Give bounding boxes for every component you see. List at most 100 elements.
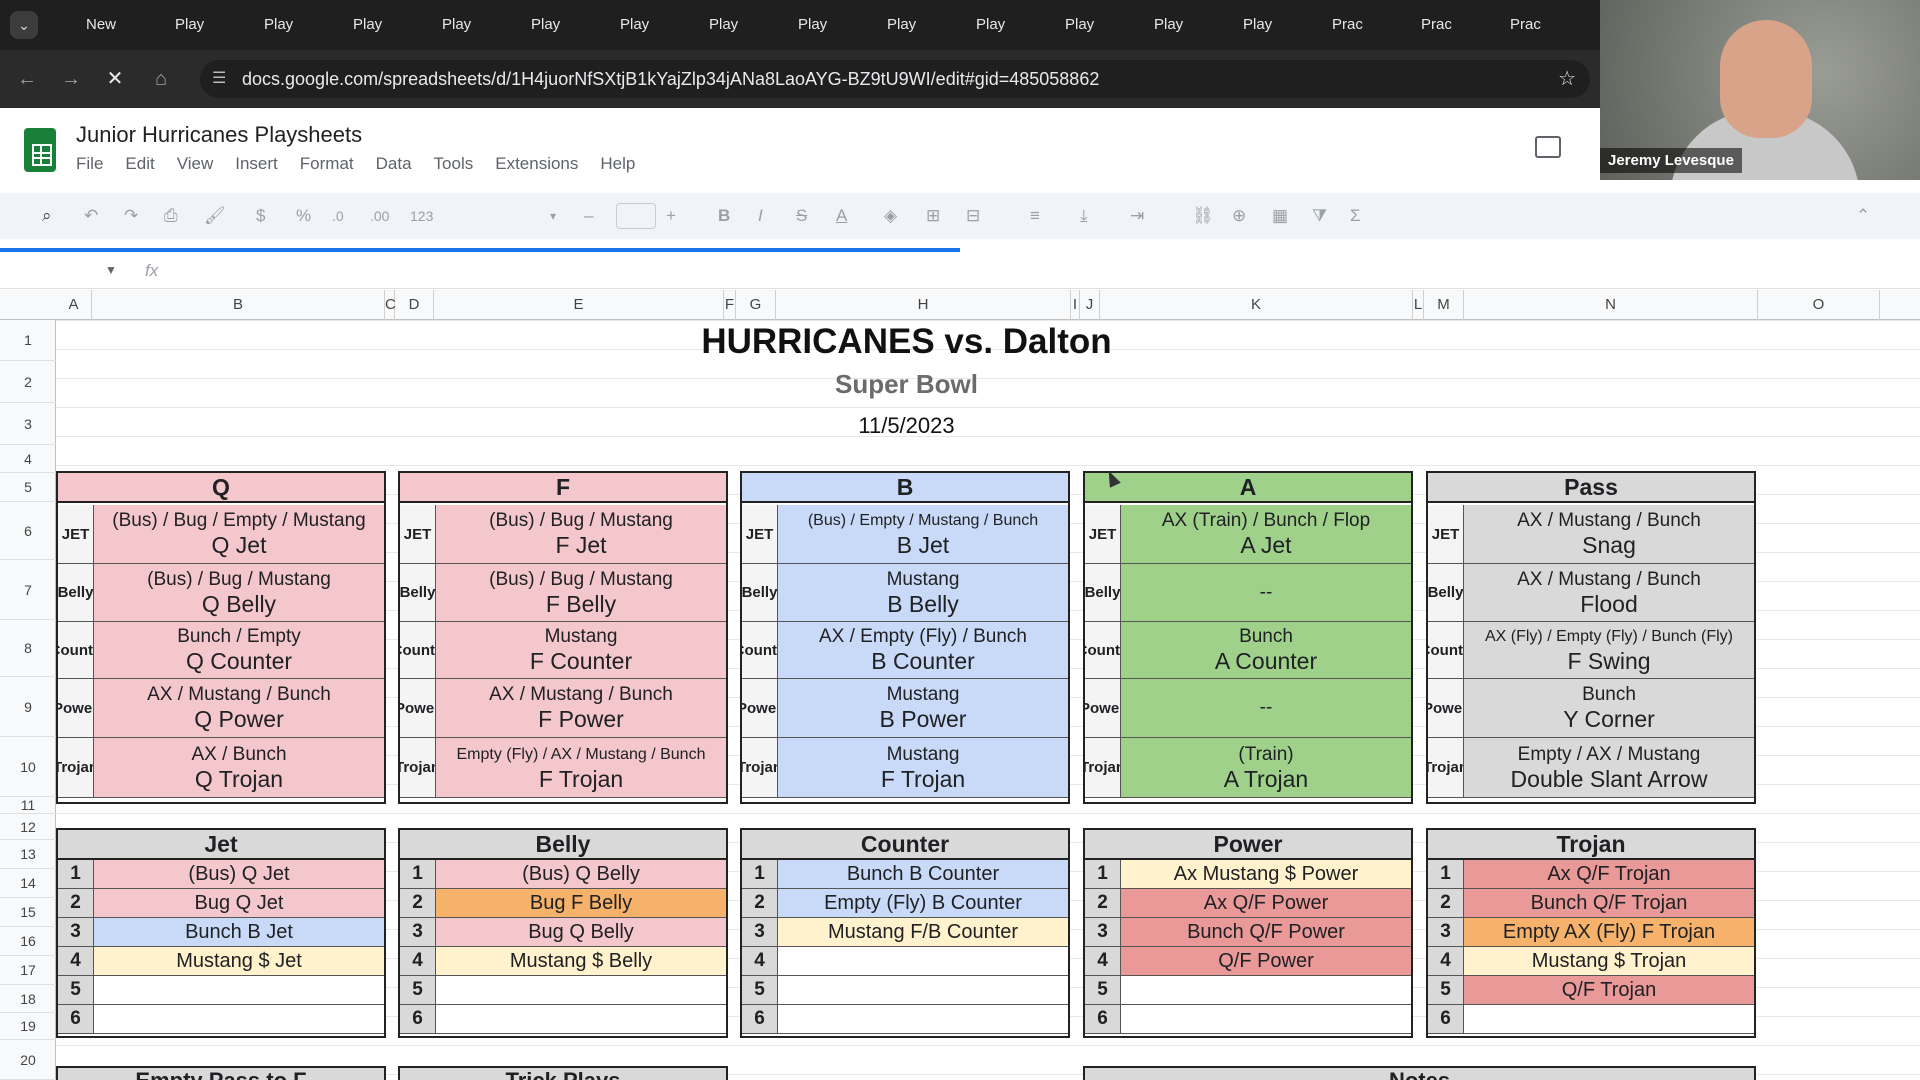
paint-format-icon[interactable]: 🖌 [204, 203, 226, 229]
list-row[interactable]: 6 [1085, 1005, 1411, 1034]
row-header-13[interactable]: 13 [0, 840, 56, 869]
play-row[interactable]: Trojan(Train)A Trojan [1085, 738, 1411, 798]
browser-tab[interactable]: Play [230, 10, 316, 40]
row-header-6[interactable]: 6 [0, 502, 56, 560]
list-row[interactable]: 2 Bug F Belly [400, 889, 726, 918]
game-title[interactable]: HURRICANES vs. Dalton [600, 320, 1213, 364]
column-header-i[interactable]: I [1071, 290, 1080, 320]
section-header[interactable]: Empty Pass to F [56, 1066, 386, 1080]
column-header-a[interactable]: A [56, 290, 92, 320]
play-row[interactable]: PowerAX / Mustang / BunchF Power [400, 679, 726, 738]
list-row[interactable]: 2 Ax Q/F Power [1085, 889, 1411, 918]
column-header-g[interactable]: G [736, 290, 776, 320]
play-cell[interactable]: (Train) A Trojan [1121, 738, 1411, 797]
play-cell[interactable]: Empty / AX / Mustang Double Slant Arrow [1464, 738, 1754, 797]
list-row[interactable]: 5 [58, 976, 384, 1005]
play-cell[interactable]: AX / Mustang / Bunch Snag [1464, 505, 1754, 563]
play-row[interactable]: CounteBunch / EmptyQ Counter [58, 622, 384, 679]
column-header-j[interactable]: J [1080, 290, 1100, 320]
list-row[interactable]: 6 [742, 1005, 1068, 1034]
row-header-15[interactable]: 15 [0, 898, 56, 927]
tab-search-chevron-icon[interactable]: ⌄ [10, 11, 38, 39]
back-arrow-icon[interactable]: ← [14, 66, 40, 92]
browser-tab[interactable]: Play [764, 10, 850, 40]
list-row[interactable]: 2 Bug Q Jet [58, 889, 384, 918]
browser-tab[interactable]: Play [1209, 10, 1295, 40]
play-row[interactable]: TrojanMustangF Trojan [742, 738, 1068, 798]
browser-tab[interactable]: Play [1031, 10, 1117, 40]
stop-loading-icon[interactable]: ✕ [102, 66, 128, 92]
list-row[interactable]: 5 [400, 976, 726, 1005]
decrease-decimal-icon[interactable]: .0 [332, 203, 344, 229]
column-header-h[interactable]: H [776, 290, 1071, 320]
play-row[interactable]: PowerAX / Mustang / BunchQ Power [58, 679, 384, 738]
section-header[interactable]: Notes [1083, 1066, 1756, 1080]
increase-font-size-icon[interactable]: + [666, 203, 676, 229]
row-header-12[interactable]: 12 [0, 814, 56, 840]
column-header-d[interactable]: D [395, 290, 434, 320]
menu-insert[interactable]: Insert [235, 154, 278, 174]
row-header-16[interactable]: 16 [0, 927, 56, 956]
list-row[interactable]: 4 [742, 947, 1068, 976]
row-header-5[interactable]: 5 [0, 473, 56, 502]
column-header-l[interactable]: L [1413, 290, 1424, 320]
column-header-b[interactable]: B [92, 290, 385, 320]
group-header[interactable]: A [1085, 473, 1411, 503]
increase-decimal-icon[interactable]: .00 [370, 203, 389, 229]
game-subtitle[interactable]: Super Bowl [600, 366, 1213, 402]
browser-tab[interactable]: Play [586, 10, 672, 40]
percent-format-icon[interactable]: % [296, 203, 311, 229]
decrease-font-size-icon[interactable]: – [584, 203, 593, 229]
browser-tab[interactable]: Play [942, 10, 1028, 40]
menu-help[interactable]: Help [600, 154, 635, 174]
play-cell[interactable]: Bunch / Empty Q Counter [94, 622, 384, 678]
play-row[interactable]: CounteAX (Fly) / Empty (Fly) / Bunch (Fl… [1428, 622, 1754, 679]
horizontal-align-icon[interactable]: ≡ [1030, 203, 1040, 229]
bookmark-star-icon[interactable]: ☆ [1558, 60, 1576, 98]
row-header-20[interactable]: 20 [0, 1040, 56, 1080]
play-row[interactable]: Belly (Bus) / Bug / Mustang F Belly [400, 564, 726, 622]
list-header[interactable]: Jet [58, 830, 384, 860]
play-row[interactable]: JET (Bus) / Bug / Mustang F Jet [400, 505, 726, 564]
column-header-e[interactable]: E [434, 290, 724, 320]
bold-icon[interactable]: B [718, 203, 730, 229]
play-row[interactable]: TrojanAX / BunchQ Trojan [58, 738, 384, 798]
menu-extensions[interactable]: Extensions [495, 154, 578, 174]
menu-data[interactable]: Data [376, 154, 412, 174]
italic-icon[interactable]: I [758, 203, 763, 229]
list-row[interactable]: 4 Q/F Power [1085, 947, 1411, 976]
list-row[interactable]: 2 Bunch Q/F Trojan [1428, 889, 1754, 918]
font-dropdown-chevron-icon[interactable]: ▾ [550, 203, 556, 229]
text-color-icon[interactable]: A [836, 203, 847, 229]
play-row[interactable]: TrojanEmpty / AX / MustangDouble Slant A… [1428, 738, 1754, 798]
row-header-3[interactable]: 3 [0, 403, 56, 445]
play-cell[interactable]: AX (Fly) / Empty (Fly) / Bunch (Fly) F Sw… [1464, 622, 1754, 678]
text-wrapping-icon[interactable]: ⇥ [1130, 203, 1144, 229]
list-row[interactable]: 1 Bunch B Counter [742, 860, 1068, 889]
play-cell[interactable]: Bunch A Counter [1121, 622, 1411, 678]
play-cell[interactable]: Mustang F Counter [436, 622, 726, 678]
list-header[interactable]: Counter [742, 830, 1068, 860]
play-cell[interactable]: AX / Bunch Q Trojan [94, 738, 384, 797]
menu-tools[interactable]: Tools [434, 154, 474, 174]
group-header[interactable]: Pass [1428, 473, 1754, 503]
more-formats-icon[interactable]: 123 [410, 203, 433, 229]
currency-format-icon[interactable]: $ [256, 203, 265, 229]
play-cell[interactable]: (Bus) / Bug / Mustang Q Belly [94, 564, 384, 621]
menu-file[interactable]: File [76, 154, 103, 174]
print-icon[interactable]: ⎙ [164, 203, 178, 229]
browser-tab[interactable]: Play [497, 10, 583, 40]
list-row[interactable]: 6 [58, 1005, 384, 1034]
play-row[interactable]: JET (Bus) / Empty / Mustang / Bunch B Jet [742, 505, 1068, 564]
list-row[interactable]: 4 Mustang $ Belly [400, 947, 726, 976]
row-header-10[interactable]: 10 [0, 737, 56, 797]
filter-icon[interactable]: ⧩ [1312, 203, 1327, 229]
undo-icon[interactable]: ↶ [84, 203, 98, 229]
borders-icon[interactable]: ⊞ [926, 203, 940, 229]
play-row[interactable]: PowerBunchY Corner [1428, 679, 1754, 738]
forward-arrow-icon[interactable]: → [58, 66, 84, 92]
list-row[interactable]: 6 [1428, 1005, 1754, 1034]
fill-color-icon[interactable]: ◈ [884, 203, 897, 229]
row-header-8[interactable]: 8 [0, 620, 56, 677]
play-cell[interactable]: Mustang B Power [778, 679, 1068, 737]
